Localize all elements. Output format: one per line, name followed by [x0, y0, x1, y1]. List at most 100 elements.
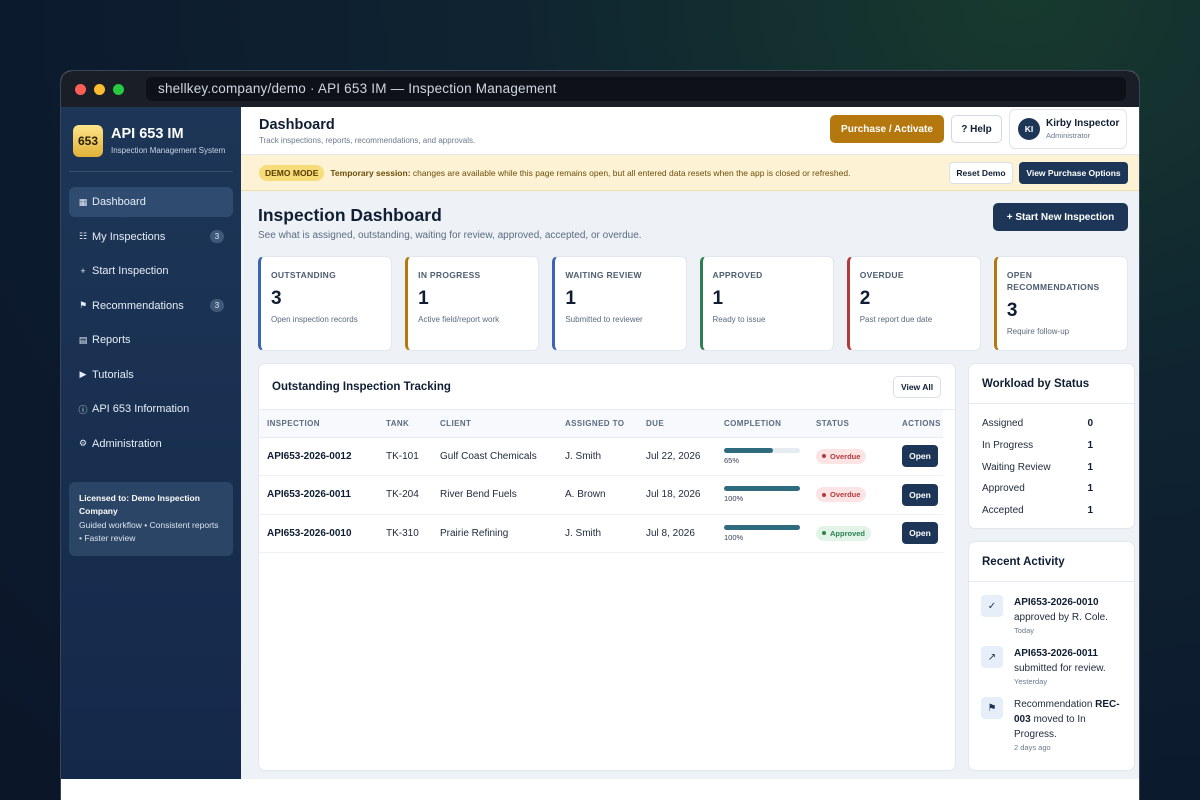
actions-cell: Open	[894, 475, 943, 515]
actions-cell: Open	[894, 437, 943, 476]
topbar: Dashboard Track inspections, reports, re…	[241, 107, 1139, 155]
user-menu[interactable]: KI Kirby Inspector Administrator	[1009, 109, 1127, 149]
minimize-window-button[interactable]	[94, 83, 105, 95]
license-box: Licensed to: Demo Inspection Company Gui…	[69, 481, 233, 556]
tank-cell: TK-101	[378, 437, 432, 476]
administration-label: Administration	[92, 437, 162, 450]
column-header-inspection: INSPECTION	[259, 410, 378, 438]
open-inspection-button[interactable]: Open	[902, 445, 938, 468]
sidebar-item-recommendations[interactable]: ⚑ Recommendations 3	[69, 291, 233, 321]
stat-card-label: OPEN RECOMMENDATIONS	[1006, 270, 1100, 292]
sidebar-item-tutorials[interactable]: ▶ Tutorials	[69, 360, 233, 390]
workload-row-in-progress: In Progress 1	[969, 435, 1134, 457]
due-date-cell: Jul 18, 2026	[638, 475, 716, 515]
client-cell: Gulf Coast Chemicals	[432, 437, 557, 476]
recommendations-icon: ⚑	[78, 300, 88, 310]
activity-item[interactable]: ⚑ Recommendation REC-003 moved to In Prog…	[969, 697, 1134, 752]
app: 653 API 653 IM Inspection Management Sys…	[61, 107, 1139, 779]
view-purchase-options-button[interactable]: View Purchase Options	[1019, 162, 1128, 184]
activity-body: API653-2026-0011 submitted for review. Ye…	[1014, 646, 1122, 686]
open-inspection-button[interactable]: Open	[902, 522, 938, 545]
stat-card-value: 3	[271, 288, 282, 309]
stat-card-in-progress[interactable]: IN PROGRESS 1 Active field/report work	[405, 256, 540, 351]
start-new-inspection-button[interactable]: + Start New Inspection	[993, 203, 1128, 231]
activity-item[interactable]: ↗ API653-2026-0011 submitted for review. Y…	[969, 646, 1134, 686]
activity-prefix: Recommendation	[1014, 699, 1093, 710]
page-title: Dashboard	[259, 116, 335, 133]
sidebar-item-start-inspection[interactable]: + Start Inspection	[69, 256, 233, 286]
sidebar-item-administration[interactable]: ⚙ Administration	[69, 429, 233, 459]
stat-card-outstanding[interactable]: OUTSTANDING 3 Open inspection records	[258, 256, 393, 351]
column-header-due: DUE	[638, 410, 716, 438]
workload-count: 0	[1087, 418, 1093, 430]
dashboard-content: Inspection Dashboard See what is assigne…	[241, 191, 1139, 779]
status-dot-icon	[822, 454, 826, 459]
dashboard-title: Inspection Dashboard	[258, 205, 442, 225]
demo-banner: DEMO MODE Temporary session: changes are…	[241, 155, 1139, 191]
stat-card-value: 3	[1006, 300, 1018, 321]
table-row[interactable]: API653-2026-0011 TK-204 River Bend Fuels A.…	[259, 475, 943, 515]
close-window-button[interactable]	[75, 83, 86, 95]
table-row[interactable]: API653-2026-0012 TK-101 Gulf Coast Chemica…	[259, 437, 943, 476]
workload-count: 1	[1087, 483, 1093, 495]
reports-icon: ▤	[78, 334, 88, 345]
user-name: Kirby Inspector	[1046, 118, 1120, 129]
reset-demo-button[interactable]: Reset Demo	[949, 162, 1013, 184]
status-label: Overdue	[830, 490, 861, 500]
sidebar-item-my-inspections[interactable]: ☷ My Inspections 3	[69, 222, 233, 252]
app-logo: 653	[73, 125, 103, 157]
address-bar[interactable]: shellkey.company/demo · API 653 IM — Ins…	[146, 77, 1126, 101]
demo-mode-badge: DEMO MODE	[259, 164, 325, 181]
tracking-panel: Outstanding Inspection Tracking View All…	[258, 363, 956, 771]
workload-count: 1	[1087, 461, 1093, 473]
inspection-id-cell: API653-2026-0012	[259, 437, 378, 476]
stat-card-label: IN PROGRESS	[418, 270, 481, 280]
workload-count: 1	[1087, 505, 1093, 517]
maximize-window-button[interactable]	[113, 83, 124, 95]
activity-time: Yesterday	[1014, 677, 1048, 686]
activity-item[interactable]: ✓ API653-2026-0010 approved by R. Cole. To…	[969, 595, 1134, 635]
workload-panel: Workload by Status Assigned 0 In Progress 1…	[968, 363, 1135, 529]
sidebar-item-reports[interactable]: ▤ Reports	[69, 325, 233, 355]
help-button[interactable]: ? Help	[951, 115, 1002, 143]
stat-card-label: OVERDUE	[859, 270, 904, 280]
stat-card-overdue[interactable]: OVERDUE 2 Past report due date	[846, 256, 981, 351]
activity-time: 2 days ago	[1014, 743, 1051, 752]
summary-cards: OUTSTANDING 3 Open inspection records IN PR…	[258, 256, 1129, 351]
completion-progress-fill	[724, 524, 800, 530]
tracking-title: Outstanding Inspection Tracking	[272, 380, 451, 393]
completion-progress-fill	[724, 447, 774, 453]
tutorials-icon: ▶	[79, 369, 87, 379]
stat-card-open-recommendations[interactable]: OPEN RECOMMENDATIONS 3 Require follow-up	[993, 256, 1129, 351]
dashboard-label: Dashboard	[92, 196, 146, 208]
completion-progress-bar	[724, 447, 800, 453]
workload-row-assigned: Assigned 0	[969, 413, 1134, 435]
completion-cell: 100%	[716, 514, 808, 553]
inspection-id-cell: API653-2026-0011	[259, 475, 378, 515]
license-prefix: Licensed to:	[79, 492, 130, 503]
activity-subject: API653-2026-0011	[1014, 648, 1098, 659]
stat-card-description: Require follow-up	[1006, 327, 1070, 336]
workload-label: Waiting Review	[982, 461, 1051, 473]
column-header-assigned-to: ASSIGNED TO	[557, 410, 638, 438]
sidebar-item-dashboard[interactable]: ▦ Dashboard	[69, 187, 233, 217]
workload-row-approved: Approved 1	[969, 478, 1134, 500]
activity-description: approved by R. Cole.	[1014, 612, 1108, 623]
table-row[interactable]: API653-2026-0010 TK-310 Prairie Refining J.…	[259, 514, 943, 553]
sidebar: 653 API 653 IM Inspection Management Sys…	[61, 107, 241, 779]
stat-card-label: WAITING REVIEW	[565, 270, 642, 280]
stat-card-approved[interactable]: APPROVED 1 Ready to issue	[699, 256, 834, 351]
view-all-button[interactable]: View All	[893, 376, 941, 398]
purchase-activate-button[interactable]: Purchase / Activate	[830, 115, 944, 143]
stat-card-waiting-review[interactable]: WAITING REVIEW 1 Submitted to reviewer	[552, 256, 687, 351]
stat-card-value: 1	[712, 288, 724, 309]
column-header-completion: COMPLETION	[716, 410, 808, 438]
workload-row-waiting-review: Waiting Review 1	[969, 456, 1134, 478]
sidebar-item-api-653-information[interactable]: ⓘ API 653 Information	[69, 394, 233, 424]
completion-percent: 100%	[724, 494, 744, 504]
open-inspection-button[interactable]: Open	[902, 483, 938, 506]
app-title: API 653 IM	[111, 126, 184, 142]
completion-percent: 65%	[724, 455, 740, 465]
activity-subject: API653-2026-0010	[1014, 597, 1099, 608]
activity-text: API653-2026-0010 approved by R. Cole.	[1014, 595, 1122, 625]
